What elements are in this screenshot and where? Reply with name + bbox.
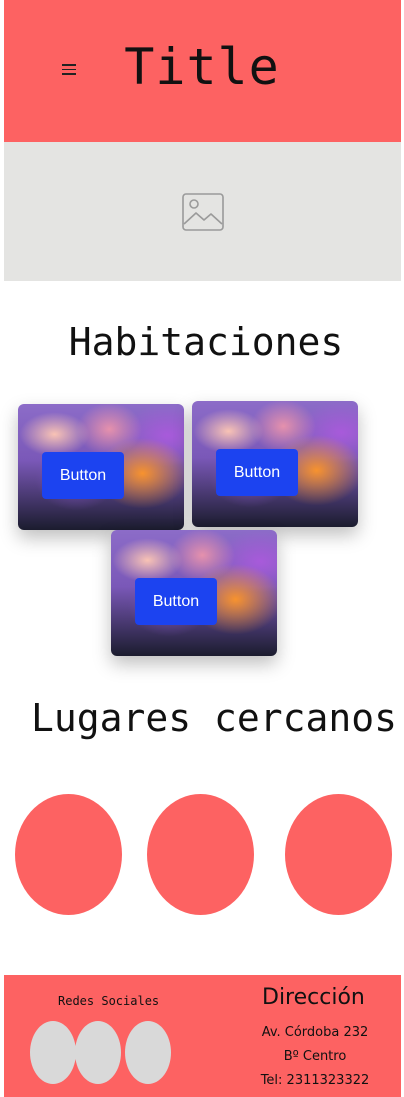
room-card: Button (18, 404, 184, 530)
address-phone: Tel: 2311323322 (260, 1073, 370, 1088)
room-card: Button (192, 401, 358, 527)
place-circle[interactable] (285, 794, 392, 915)
address-street: Av. Córdoba 232 (261, 1025, 369, 1040)
image-placeholder-icon (182, 193, 224, 231)
place-circle[interactable] (15, 794, 122, 915)
social-link-icon[interactable] (75, 1021, 121, 1084)
places-heading: Lugares cercanos (30, 696, 398, 740)
place-circle[interactable] (147, 794, 254, 915)
address-neighborhood: Bº Centro (283, 1049, 347, 1064)
room-card-button[interactable]: Button (216, 449, 298, 496)
room-card: Button (111, 530, 277, 656)
rooms-heading: Habitaciones (68, 320, 344, 364)
page-title: Title (124, 38, 280, 96)
room-card-button[interactable]: Button (135, 578, 217, 625)
social-heading: Redes Sociales (58, 994, 160, 1008)
address-heading: Dirección (262, 985, 365, 1010)
room-card-button[interactable]: Button (42, 452, 124, 499)
social-link-icon[interactable] (30, 1021, 76, 1084)
social-link-icon[interactable] (125, 1021, 171, 1084)
